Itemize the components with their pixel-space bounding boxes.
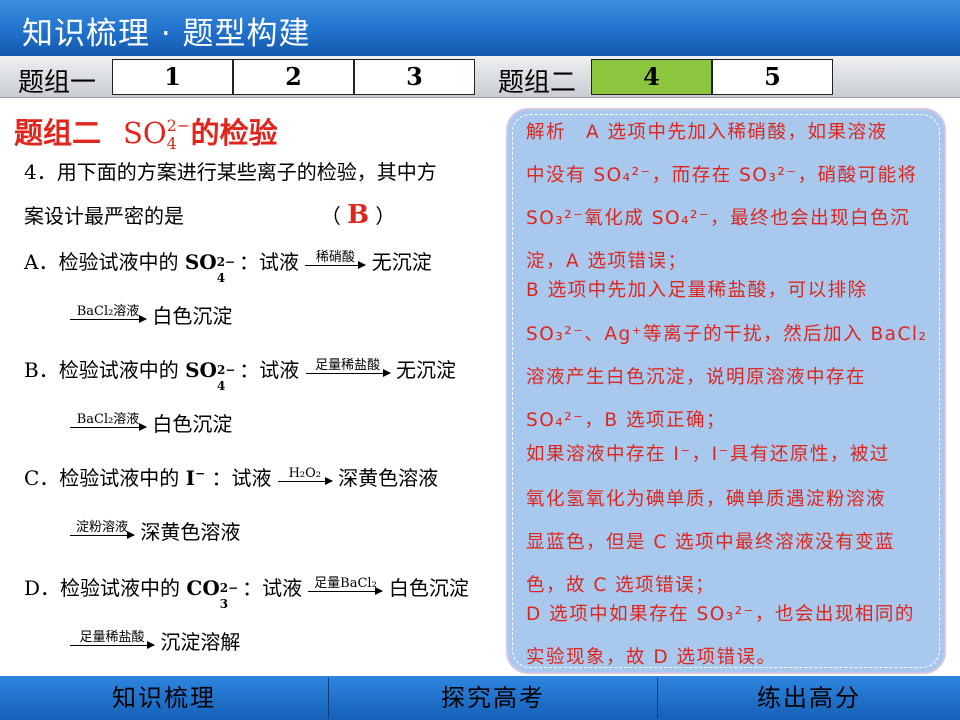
nav-practice-score[interactable]: 练出高分 (658, 676, 960, 720)
analysis-line: 色，故 C 选项错误； (526, 575, 716, 596)
analysis-panel: 解析 A 选项中先加入稀硝酸，如果溶液 中没有 SO₄²⁻，而存在 SO₃²⁻，… (506, 108, 946, 674)
question-stem: 案设计最严密的是 (24, 204, 184, 228)
analysis-line: B 选项中先加入足量稀盐酸，可以排除 (526, 280, 868, 301)
option-d-ion: CO 2− 3 (186, 576, 239, 611)
option-d-prefix: D．检验试液中的 (24, 576, 181, 600)
bottom-nav: 知识梳理 探究高考 练出高分 (0, 676, 960, 720)
answer-value: B (347, 200, 370, 230)
option-b-mid: ：试液 (239, 358, 300, 382)
option-d: D．检验试液中的 CO 2− 3 ：试液 足量BaCl₂ 白色沉淀 (24, 572, 469, 611)
option-c-arrow1: H₂O₂ (277, 467, 333, 491)
nav-explore-exam[interactable]: 探究高考 (329, 676, 657, 720)
group2-label: 题组二 (498, 68, 577, 98)
option-c-mid: ：试液 (211, 466, 272, 490)
tab-1[interactable]: 1 (112, 59, 233, 95)
question-line2: 案设计最严密的是 （ B ） (24, 200, 395, 230)
option-d-arrow1: 足量BaCl₂ (308, 577, 384, 601)
section-title: 题组二 SO 2− 4 的检验 (14, 110, 278, 153)
option-a-prefix: A．检验试液中的 (24, 250, 179, 274)
option-a: A．检验试液中的 SO 2− 4 ：试液 稀硝酸 无沉淀 (24, 246, 432, 285)
analysis-line: SO₄²⁻，B 选项正确； (526, 410, 726, 431)
option-a-arrow1: 稀硝酸 (305, 251, 367, 275)
analysis-line: SO₃²⁻氧化成 SO₄²⁻，最终也会出现白色沉 (526, 208, 911, 229)
option-a-mid: ：试液 (239, 250, 300, 274)
option-b-result1: 无沉淀 (396, 358, 457, 382)
option-d-result1: 白色沉淀 (388, 576, 469, 600)
section-title-sup: 2− (166, 116, 191, 135)
option-c-line2: 淀粉溶液 深黄色溶液 (70, 516, 240, 545)
option-d-arrow2: 足量稀盐酸 (70, 631, 155, 655)
analysis-line: 显蓝色，但是 C 选项中最终溶液没有变蓝 (526, 532, 896, 553)
analysis-line: 如果溶液中存在 I⁻，I⁻具有还原性，被过 (526, 444, 890, 465)
analysis-line: 解析 A 选项中先加入稀硝酸，如果溶液 (526, 122, 888, 143)
option-b-line2: BaCl₂溶液 白色沉淀 (70, 408, 232, 437)
page-title: 知识梳理 · 题型构建 (22, 16, 311, 52)
analysis-line: 中没有 SO₄²⁻，而存在 SO₃²⁻，硝酸可能将 (526, 165, 918, 186)
option-b: B．检验试液中的 SO 2− 4 ：试液 足量稀盐酸 无沉淀 (24, 354, 457, 393)
option-d-mid: ：试液 (242, 576, 303, 600)
option-a-line2: BaCl₂溶液 白色沉淀 (70, 300, 232, 329)
option-a-result2: 白色沉淀 (152, 304, 233, 328)
option-c: C．检验试液中的 I− ：试液 H₂O₂ 深黄色溶液 (24, 462, 438, 491)
question-line1: 4．用下面的方案进行某些离子的检验，其中方 (24, 160, 437, 184)
section-title-suffix: 的检验 (190, 116, 278, 150)
analysis-line: 溶液产生白色沉淀，说明原溶液中存在 (526, 367, 867, 388)
analysis-line: 实验现象，故 D 选项错误。 (526, 647, 777, 668)
option-c-prefix: C．检验试液中的 (24, 466, 180, 490)
section-title-sub: 4 (166, 134, 177, 153)
tab-5[interactable]: 5 (712, 59, 833, 95)
option-b-prefix: B．检验试液中的 (24, 358, 179, 382)
analysis-line: 氧化氢氧化为碘单质，碘单质遇淀粉溶液 (526, 489, 887, 510)
section-title-ion: SO (123, 116, 167, 150)
option-b-ion: SO 2− 4 (185, 358, 236, 393)
option-c-result1: 深黄色溶液 (338, 466, 439, 490)
option-d-result2: 沉淀溶解 (160, 630, 241, 654)
header-bar: 知识梳理 · 题型构建 (0, 0, 960, 56)
option-c-arrow2: 淀粉溶液 (70, 521, 135, 545)
tab-2[interactable]: 2 (233, 59, 354, 95)
option-b-arrow1: 足量稀盐酸 (305, 359, 391, 383)
tab-4[interactable]: 4 (591, 59, 712, 95)
tab-row: 题组一 1 2 3 题组二 4 5 (0, 56, 960, 98)
tab-3[interactable]: 3 (354, 59, 475, 95)
option-a-ion: SO 2− 4 (184, 250, 236, 285)
option-b-arrow2: BaCl₂溶液 (70, 413, 147, 437)
section-title-prefix: 题组二 (14, 116, 102, 150)
answer-open: （ (320, 204, 341, 228)
option-d-line2: 足量稀盐酸 沉淀溶解 (70, 626, 240, 655)
option-b-result2: 白色沉淀 (152, 412, 233, 436)
option-c-ion: I− (185, 466, 206, 490)
answer-close: ） (375, 204, 396, 228)
nav-knowledge-review[interactable]: 知识梳理 (0, 676, 328, 720)
group1-label: 题组一 (18, 68, 97, 98)
option-a-result1: 无沉淀 (371, 250, 432, 274)
analysis-line: SO₃²⁻、Ag⁺等离子的干扰，然后加入 BaCl₂ (526, 324, 928, 345)
option-c-result2: 深黄色溶液 (140, 520, 241, 544)
analysis-line: D 选项中如果存在 SO₃²⁻，也会出现相同的 (526, 604, 915, 625)
analysis-line: 淀，A 选项错误； (526, 251, 688, 272)
option-a-arrow2: BaCl₂溶液 (70, 305, 147, 329)
